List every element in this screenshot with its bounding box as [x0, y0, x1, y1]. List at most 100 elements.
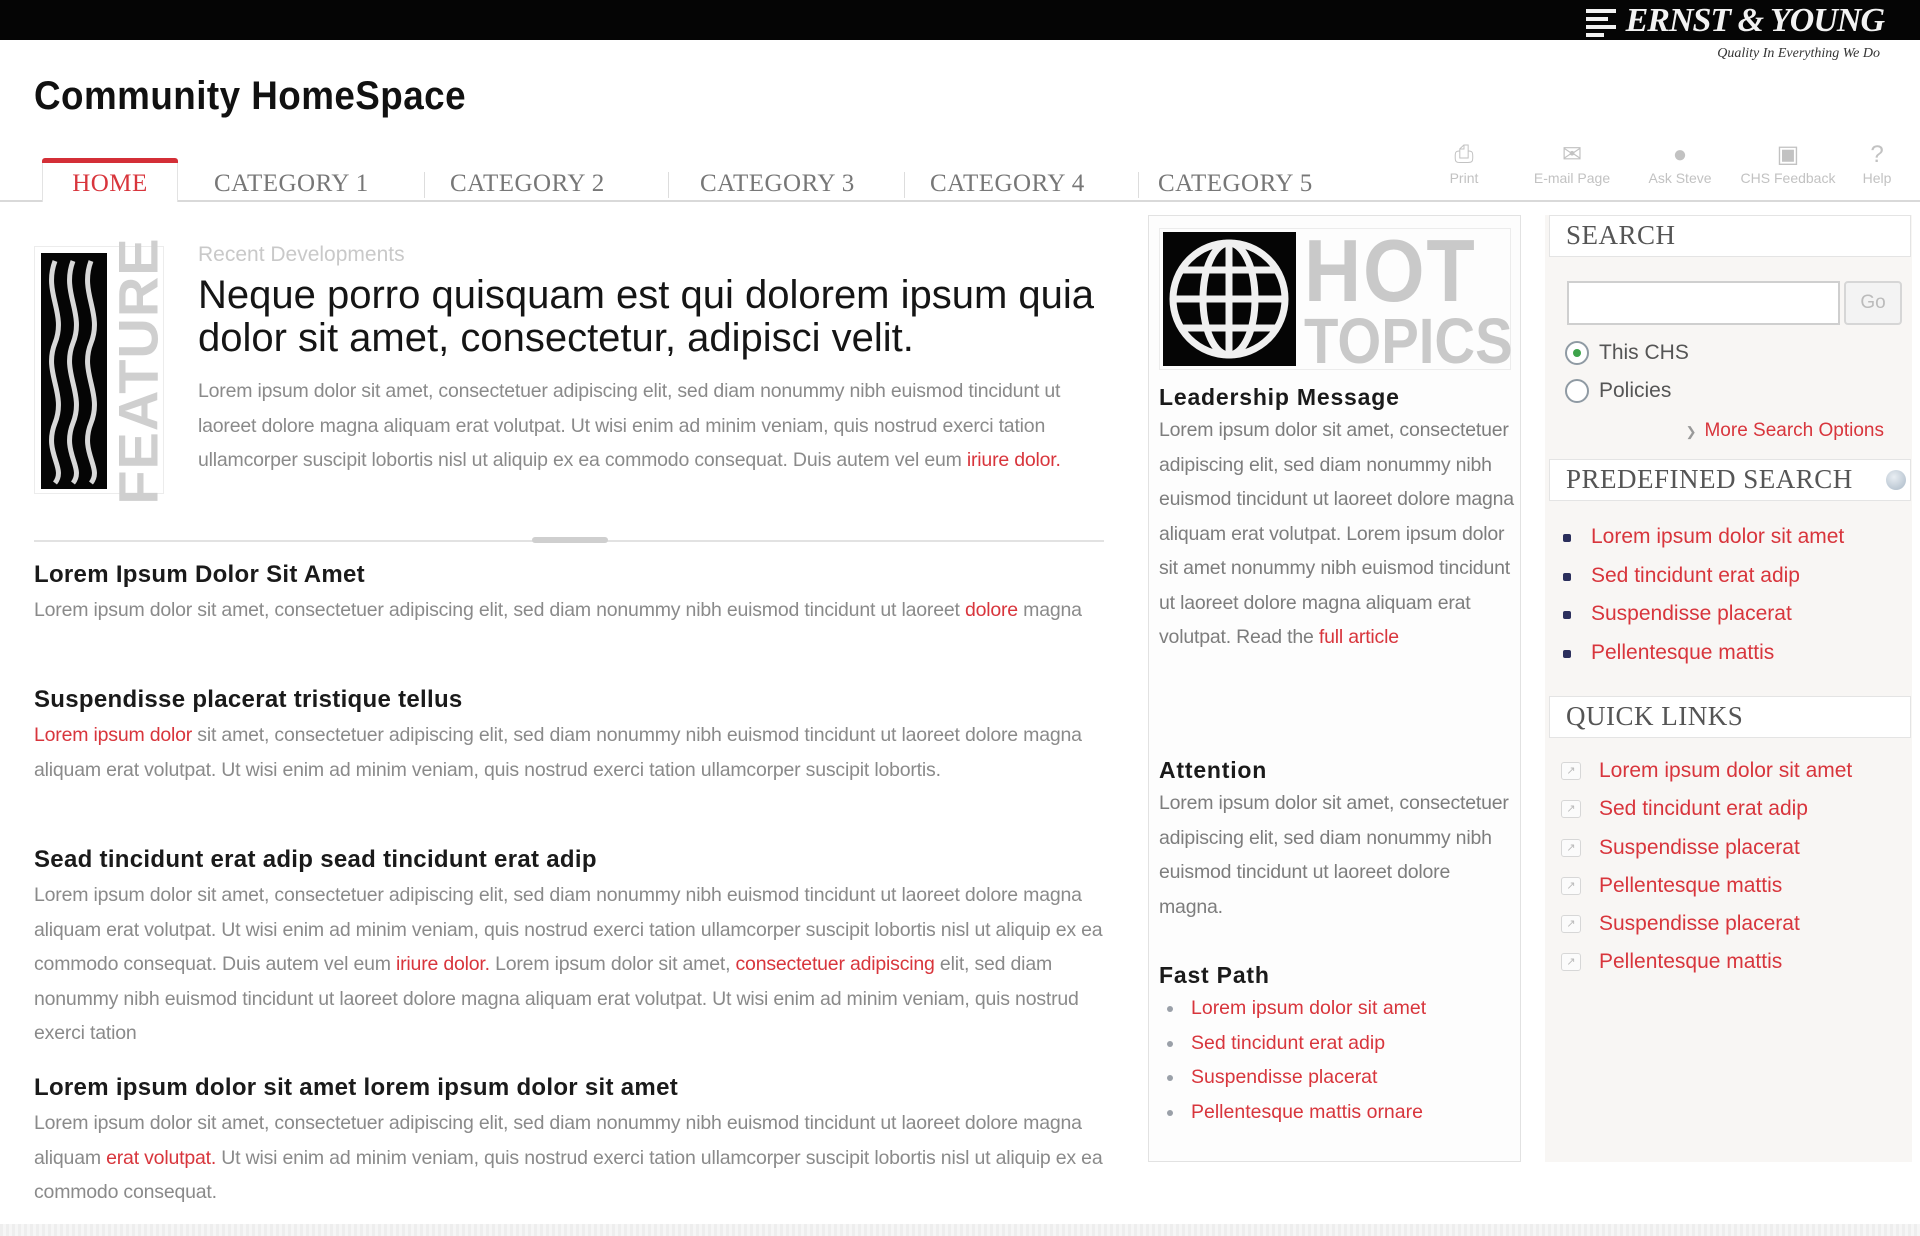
inline-link[interactable]: erat volutpat.	[106, 1147, 216, 1169]
brand-tagline: Quality In Everything We Do	[1717, 46, 1880, 61]
inline-link[interactable]: iriure dolor.	[396, 953, 490, 975]
predefined-link[interactable]: Pellentesque mattis	[1591, 641, 1774, 664]
tab-separator	[904, 172, 905, 198]
radio-this-chs[interactable]: This CHS	[1565, 341, 1689, 365]
article-title[interactable]: Lorem Ipsum Dolor Sit Amet	[34, 561, 1114, 589]
radio-policies[interactable]: Policies	[1565, 379, 1671, 403]
search-input[interactable]	[1567, 281, 1840, 325]
feedback-icon: ▣	[1776, 141, 1800, 168]
chevron-right-icon: ❯	[1685, 424, 1697, 439]
list-item[interactable]: ↗ Sed tincidunt erat adip	[1555, 790, 1852, 828]
email-icon: ✉	[1561, 141, 1583, 168]
list-item[interactable]: ↗ Suspendisse placerat	[1555, 829, 1852, 867]
feature-headline[interactable]: Neque porro quisquam est qui dolorem ips…	[198, 274, 1118, 360]
tab-separator	[1138, 172, 1139, 198]
quick-link[interactable]: Sed tincidunt erat adip	[1599, 790, 1808, 828]
tab-separator	[424, 172, 425, 198]
ernst-young-logo[interactable]: ERNST & YOUNG	[1585, 2, 1885, 40]
top-bar: ERNST & YOUNG	[0, 0, 1920, 40]
list-item[interactable]: Suspendisse placerat	[1555, 595, 1844, 634]
tab-category-3[interactable]: CATEGORY 3	[700, 162, 855, 202]
section-title: Fast Path	[1159, 962, 1270, 988]
hot-topics-banner: HOT TOPICS	[1159, 227, 1513, 373]
hot-topics-title: HOT TOPICS	[1304, 221, 1513, 377]
article-title[interactable]: Suspendisse placerat tristique tellus	[34, 686, 1114, 714]
email-page-button[interactable]: ✉ E-mail Page	[1518, 140, 1626, 186]
quick-link[interactable]: Pellentesque mattis	[1599, 867, 1782, 905]
radio-unselected-icon	[1565, 379, 1589, 403]
list-item[interactable]: ↗ Pellentesque mattis	[1555, 867, 1852, 905]
article-title[interactable]: Sead tincidunt erat adip sead tincidunt …	[34, 846, 1114, 874]
help-icon: ?	[1870, 141, 1884, 168]
ask-steve-button[interactable]: ● Ask Steve	[1626, 140, 1734, 186]
tab-category-1[interactable]: CATEGORY 1	[214, 162, 369, 202]
predefined-link[interactable]: Lorem ipsum dolor sit amet	[1591, 525, 1844, 548]
full-article-link[interactable]: full article	[1319, 626, 1399, 648]
fast-path-link[interactable]: Lorem ipsum dolor sit amet	[1191, 997, 1426, 1019]
tab-category-4[interactable]: CATEGORY 4	[930, 162, 1085, 202]
radio-label: This CHS	[1599, 341, 1689, 364]
printer-icon: ⎙	[1454, 141, 1474, 168]
article: Sead tincidunt erat adip sead tincidunt …	[34, 846, 1114, 1051]
article-body: Lorem ipsum dolor sit amet, consectetuer…	[34, 724, 1082, 781]
logo-text: ERNST & YOUNG	[1625, 2, 1885, 39]
lead-link[interactable]: iriure dolor.	[967, 449, 1061, 471]
page-tools: ⎙ Print ✉ E-mail Page ● Ask Steve ▣ CHS …	[1410, 140, 1912, 186]
quick-link[interactable]: Pellentesque mattis	[1599, 943, 1782, 981]
fast-path-link[interactable]: Pellentesque mattis ornare	[1191, 1101, 1423, 1123]
help-button[interactable]: ? Help	[1842, 140, 1912, 186]
tool-label: Ask Steve	[1648, 170, 1712, 186]
feature-lead: Lorem ipsum dolor sit amet, consectetuer…	[198, 374, 1118, 478]
quick-link[interactable]: Suspendisse placerat	[1599, 905, 1800, 943]
list-item[interactable]: Lorem ipsum dolor sit amet	[1555, 518, 1844, 557]
link-icon: ↗	[1561, 762, 1581, 780]
footer-strip	[0, 1224, 1920, 1236]
quick-link[interactable]: Suspendisse placerat	[1599, 829, 1800, 867]
more-search-options-link[interactable]: ❯ More Search Options	[1686, 420, 1884, 442]
link-icon: ↗	[1561, 876, 1581, 895]
article-title[interactable]: Lorem ipsum dolor sit amet lorem ipsum d…	[34, 1074, 1114, 1102]
tool-label: Print	[1449, 170, 1479, 186]
tab-home[interactable]: HOME	[42, 158, 178, 202]
inline-link[interactable]: consectetuer adipiscing	[736, 953, 935, 975]
list-item[interactable]: Pellentesque mattis	[1555, 634, 1844, 673]
more-search-options-label[interactable]: More Search Options	[1704, 420, 1884, 441]
article-body: Lorem ipsum dolor sit amet, consectetuer…	[34, 1112, 1103, 1203]
list-item[interactable]: ↗ Lorem ipsum dolor sit amet	[1555, 752, 1852, 790]
article-body: Lorem ipsum dolor sit amet, consectetuer…	[34, 599, 1082, 621]
attention-section: Attention Lorem ipsum dolor sit amet, co…	[1159, 757, 1514, 924]
link-icon: ↗	[1561, 800, 1581, 819]
tab-label: HOME	[72, 170, 148, 197]
list-item[interactable]: Suspendisse placerat	[1159, 1060, 1514, 1095]
print-button[interactable]: ⎙ Print	[1410, 140, 1518, 186]
quick-links-list: ↗ Lorem ipsum dolor sit amet ↗ Sed tincidu…	[1555, 752, 1852, 982]
list-item[interactable]: Lorem ipsum dolor sit amet	[1159, 991, 1514, 1026]
right-sidebar: SEARCH Go This CHS Policies ❯ More Search…	[1545, 215, 1912, 1162]
go-button[interactable]: Go	[1844, 281, 1902, 325]
tab-category-2[interactable]: CATEGORY 2	[450, 162, 605, 202]
wave-graphic-icon	[41, 253, 107, 489]
inline-link[interactable]: dolore	[965, 599, 1018, 621]
person-icon: ●	[1672, 141, 1688, 168]
tab-label: CATEGORY 5	[1158, 170, 1313, 197]
feature-kicker: Recent Developments	[198, 243, 405, 266]
predefined-link[interactable]: Suspendisse placerat	[1591, 602, 1792, 625]
list-item[interactable]: Sed tincidunt erat adip	[1159, 1026, 1514, 1061]
quick-link[interactable]: Lorem ipsum dolor sit amet	[1599, 752, 1852, 790]
chs-feedback-button[interactable]: ▣ CHS Feedback	[1734, 140, 1842, 186]
feature-badge: FEATURE	[106, 237, 170, 505]
inline-link[interactable]: Lorem ipsum dolor	[34, 724, 192, 746]
list-item[interactable]: ↗ Pellentesque mattis	[1555, 943, 1852, 981]
fast-path-link[interactable]: Sed tincidunt erat adip	[1191, 1032, 1385, 1054]
list-item[interactable]: ↗ Suspendisse placerat	[1555, 905, 1852, 943]
tab-category-5[interactable]: CATEGORY 5	[1158, 162, 1313, 202]
link-icon: ↗	[1561, 838, 1581, 857]
fast-path-link[interactable]: Suspendisse placerat	[1191, 1066, 1377, 1088]
info-icon[interactable]	[1886, 470, 1906, 490]
tab-label: CATEGORY 4	[930, 170, 1085, 197]
predefined-search-header: PREDEFINED SEARCH	[1549, 459, 1911, 501]
article: Lorem Ipsum Dolor Sit Amet Lorem ipsum d…	[34, 561, 1114, 628]
predefined-link[interactable]: Sed tincidunt erat adip	[1591, 564, 1800, 587]
list-item[interactable]: Sed tincidunt erat adip	[1555, 557, 1844, 596]
list-item[interactable]: Pellentesque mattis ornare	[1159, 1095, 1514, 1130]
